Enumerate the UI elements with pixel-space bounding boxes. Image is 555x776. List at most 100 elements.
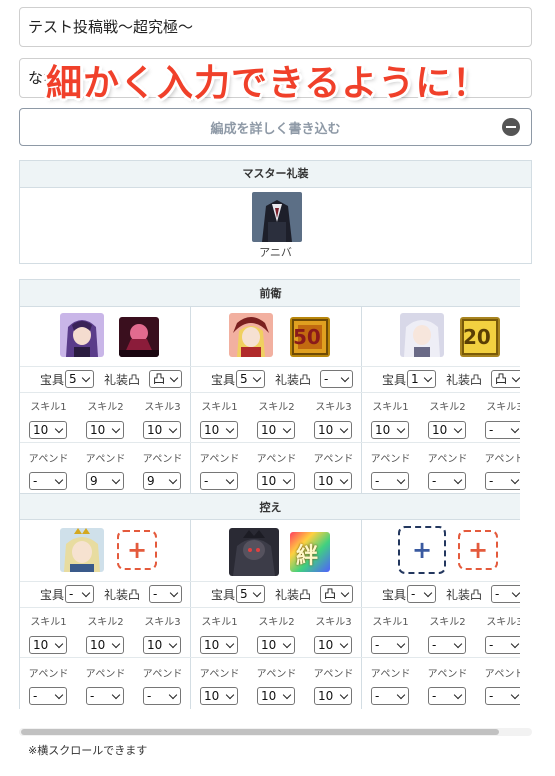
scrollbar-thumb[interactable] — [21, 729, 499, 735]
np-level-select[interactable]: - — [407, 585, 436, 603]
append2-label: アペンド — [427, 454, 468, 465]
append1-label: アペンド — [28, 454, 69, 465]
append2-select[interactable]: - — [428, 472, 466, 490]
skill1-select[interactable]: 10 — [200, 421, 238, 439]
plus-icon: + — [126, 536, 148, 564]
append2-label: アペンド — [256, 454, 297, 465]
np-label: 宝具 — [382, 373, 407, 387]
skill3-label: スキル3 — [486, 617, 520, 628]
append2-label: アペンド — [85, 669, 126, 680]
append3-select[interactable]: - — [485, 687, 520, 705]
append3-label: アペンド — [484, 454, 520, 465]
skill3-select[interactable]: 10 — [143, 421, 181, 439]
skill2-select[interactable]: - — [428, 636, 466, 654]
row-divider — [20, 607, 520, 608]
append1-label: アペンド — [370, 669, 411, 680]
skill1-select[interactable]: 10 — [29, 636, 67, 654]
skill2-select[interactable]: 10 — [428, 421, 466, 439]
skill1-label: スキル1 — [201, 402, 238, 413]
servant-portrait[interactable] — [229, 313, 273, 357]
skill3-select[interactable]: - — [485, 421, 520, 439]
np-level-select[interactable]: - — [65, 585, 94, 603]
np-level-select[interactable]: 1 — [407, 370, 436, 388]
append2-select[interactable]: - — [428, 687, 466, 705]
skill3-select[interactable]: - — [485, 636, 520, 654]
ce-limit-select[interactable]: - — [320, 370, 353, 388]
append1-select[interactable]: - — [371, 472, 409, 490]
row-divider — [20, 442, 520, 443]
team-table: 前衛 宝具 5 礼装凸 凸 スキル1 スキル2 スキル3 10 10 10 アペ… — [19, 279, 520, 709]
ce-limit-select[interactable]: - — [491, 585, 520, 603]
skill3-select[interactable]: 10 — [314, 636, 352, 654]
append1-label: アペンド — [28, 669, 69, 680]
collapse-icon[interactable] — [502, 118, 520, 136]
ce-limit-select[interactable]: 凸 — [149, 370, 182, 388]
servant-portrait[interactable] — [60, 528, 104, 572]
ce-limit-select[interactable]: 凸 — [491, 370, 520, 388]
skill1-select[interactable]: 10 — [371, 421, 409, 439]
skill3-select[interactable]: 10 — [143, 636, 181, 654]
skill3-label: スキル3 — [144, 617, 181, 628]
detail-toggle-button[interactable]: 編成を詳しく書き込む — [19, 108, 532, 146]
np-label: 宝具 — [40, 588, 65, 602]
append3-select[interactable]: 10 — [314, 687, 352, 705]
skill1-label: スキル1 — [30, 402, 67, 413]
master-costume-image[interactable] — [252, 192, 302, 242]
ce-level-badge: 50 — [293, 325, 321, 349]
append1-label: アペンド — [370, 454, 411, 465]
skill1-label: スキル1 — [30, 617, 67, 628]
append2-label: アペンド — [85, 454, 126, 465]
append2-select[interactable]: 9 — [86, 472, 124, 490]
ce-limit-select[interactable]: - — [149, 585, 182, 603]
np-level-select[interactable]: 5 — [65, 370, 94, 388]
ce-limit-label: 礼装凸 — [446, 373, 483, 387]
skill3-label: スキル3 — [144, 402, 181, 413]
np-label: 宝具 — [211, 588, 236, 602]
append3-label: アペンド — [313, 454, 354, 465]
ce-limit-label: 礼装凸 — [275, 588, 312, 602]
append3-select[interactable]: - — [485, 472, 520, 490]
ce-limit-select[interactable]: 凸 — [320, 585, 353, 603]
servant-portrait[interactable] — [229, 528, 279, 576]
skill3-select[interactable]: 10 — [314, 421, 352, 439]
np-label: 宝具 — [382, 588, 407, 602]
back-row-header: 控え — [20, 493, 520, 520]
append3-label: アペンド — [142, 669, 183, 680]
row-divider — [20, 366, 520, 367]
append1-select[interactable]: - — [29, 687, 67, 705]
append2-select[interactable]: 10 — [257, 472, 295, 490]
skill1-select[interactable]: - — [371, 636, 409, 654]
append1-select[interactable]: - — [200, 472, 238, 490]
append2-label: アペンド — [256, 669, 297, 680]
add-craft-essence-button[interactable]: + — [458, 530, 498, 570]
np-level-select[interactable]: 5 — [236, 585, 265, 603]
skill2-select[interactable]: 10 — [86, 421, 124, 439]
add-craft-essence-button[interactable]: + — [117, 530, 157, 570]
craft-essence-image[interactable] — [119, 317, 159, 357]
append1-select[interactable]: - — [371, 687, 409, 705]
append2-select[interactable]: 10 — [257, 687, 295, 705]
append1-select[interactable]: 10 — [200, 687, 238, 705]
add-servant-button[interactable]: + — [398, 526, 446, 574]
append3-select[interactable]: - — [143, 687, 181, 705]
skill2-select[interactable]: 10 — [257, 636, 295, 654]
append1-select[interactable]: - — [29, 472, 67, 490]
quest-title-field[interactable]: テスト投稿戦〜超究極〜 — [19, 7, 532, 47]
servant-portrait[interactable] — [60, 313, 104, 357]
append2-select[interactable]: - — [86, 687, 124, 705]
skill2-select[interactable]: 10 — [86, 636, 124, 654]
skill2-label: スキル2 — [258, 617, 295, 628]
skill2-select[interactable]: 10 — [257, 421, 295, 439]
bond-ce-glyph: 絆 — [296, 544, 319, 569]
ce-limit-label: 礼装凸 — [275, 373, 312, 387]
horizontal-scrollbar[interactable] — [19, 728, 532, 736]
skill3-label: スキル3 — [315, 617, 352, 628]
skill1-select[interactable]: 10 — [29, 421, 67, 439]
ce-limit-label: 礼装凸 — [446, 588, 483, 602]
servant-portrait[interactable] — [400, 313, 444, 357]
row-divider — [20, 657, 520, 658]
append3-select[interactable]: 10 — [314, 472, 352, 490]
skill1-select[interactable]: 10 — [200, 636, 238, 654]
append3-select[interactable]: 9 — [143, 472, 181, 490]
np-level-select[interactable]: 5 — [236, 370, 265, 388]
